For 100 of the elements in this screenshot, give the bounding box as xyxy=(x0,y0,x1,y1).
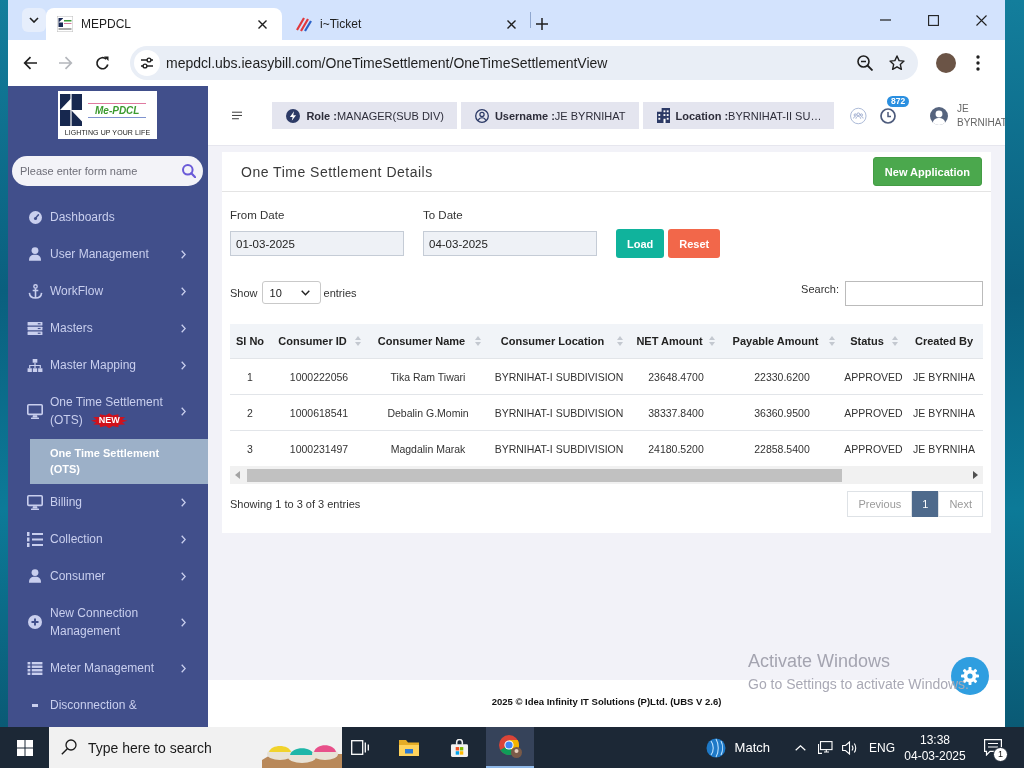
chevron-up-icon[interactable] xyxy=(795,744,806,751)
search-field[interactable] xyxy=(845,281,983,306)
table-cell: 1 xyxy=(230,358,270,395)
clock-icon[interactable] xyxy=(880,107,896,124)
table-cell: Tika Ram Tiwari xyxy=(368,358,488,395)
column-header[interactable]: Payable Amount xyxy=(722,324,842,359)
folder-icon xyxy=(399,739,419,756)
ball-icon[interactable] xyxy=(705,737,726,758)
profile-photo[interactable] xyxy=(936,53,956,73)
table-cell: APPROVED xyxy=(842,358,905,395)
menu-icon[interactable] xyxy=(232,110,243,121)
reload-icon[interactable] xyxy=(94,55,110,71)
monitor-icon xyxy=(27,494,43,510)
column-header[interactable]: Consumer Location xyxy=(488,324,630,359)
slashes-icon xyxy=(296,16,312,32)
sidebar-item[interactable]: Dashboards xyxy=(8,198,208,236)
widget-label[interactable]: Match xyxy=(734,740,770,755)
monitor-icon xyxy=(27,403,43,419)
table-cell: BYRNIHAT-I SUBDIVISION xyxy=(488,394,630,431)
star-icon[interactable] xyxy=(889,55,905,71)
anchor-icon xyxy=(27,283,43,299)
sidebar-item[interactable]: Masters xyxy=(8,309,208,347)
form-search-field[interactable]: Please enter form name xyxy=(12,156,203,186)
close-icon[interactable] xyxy=(258,19,267,29)
browser-tab[interactable]: i~Ticket xyxy=(282,8,520,40)
logo-icon xyxy=(57,16,73,32)
page-button[interactable]: 1 xyxy=(912,491,939,517)
table-cell: 2 xyxy=(230,394,270,431)
sidebar-item[interactable]: New Connection Management xyxy=(8,594,208,650)
sidebar-item[interactable]: Billing xyxy=(8,483,208,521)
entries-select[interactable]: 10 xyxy=(261,281,321,304)
browser-icon xyxy=(498,735,522,758)
date-field[interactable]: 01-03-2025 xyxy=(230,231,404,256)
column-header[interactable]: Consumer ID xyxy=(270,324,368,359)
notification-icon[interactable] xyxy=(984,739,1002,756)
column-header[interactable]: Sl No xyxy=(230,324,270,359)
logo-title: Me-PDCL xyxy=(88,102,147,118)
close-icon[interactable] xyxy=(975,14,987,26)
clock-time[interactable]: 13:38 xyxy=(920,731,950,748)
entries-label: entries xyxy=(323,286,357,299)
show-label: Show xyxy=(230,286,258,299)
table-cell: 1000618541 xyxy=(270,394,368,431)
back-icon[interactable] xyxy=(22,56,38,70)
notification-count: 1 xyxy=(993,747,1008,762)
scrollbar-thumb[interactable] xyxy=(247,468,842,482)
maximize-icon[interactable] xyxy=(927,14,939,26)
network-icon[interactable] xyxy=(818,741,833,754)
column-header[interactable]: Created By xyxy=(905,324,983,359)
sidebar-item[interactable]: Master Mapping xyxy=(8,346,208,384)
user-name: JE BYRNIHAT xyxy=(957,101,1005,130)
table-cell: 1000222056 xyxy=(270,358,368,395)
site-info-icon[interactable] xyxy=(134,50,160,76)
language-indicator[interactable]: ENG xyxy=(869,740,895,755)
column-header[interactable]: Status xyxy=(842,324,905,359)
entries-info: Showing 1 to 3 of 3 entries xyxy=(230,498,361,510)
sidebar-item[interactable]: WorkFlow xyxy=(8,272,208,310)
dash-icon xyxy=(32,703,38,707)
clock-date[interactable]: 04-03-2025 xyxy=(904,747,966,764)
zoom-out-icon[interactable] xyxy=(857,55,873,71)
chip-text: Location :BYRNIHAT-II SU… xyxy=(675,109,822,122)
building-icon xyxy=(656,108,670,123)
emblem-icon xyxy=(60,94,82,126)
scroll-right-icon[interactable] xyxy=(973,471,978,479)
plus-icon[interactable] xyxy=(536,18,548,30)
table-cell: JE BYRNIHA xyxy=(905,394,983,431)
shopping-bag-icon xyxy=(449,738,469,757)
table-cell: Debalin G.Momin xyxy=(368,394,488,431)
sidebar-item[interactable]: User Management xyxy=(8,235,208,273)
sidebar-item[interactable]: Collection xyxy=(8,520,208,558)
gauge-icon xyxy=(28,210,42,224)
windows-icon[interactable] xyxy=(16,739,33,756)
list-icon xyxy=(27,661,43,675)
field-label: To Date xyxy=(423,208,464,222)
column-header[interactable]: NET Amount xyxy=(630,324,722,359)
column-header[interactable]: Consumer Name xyxy=(368,324,488,359)
task-view-icon xyxy=(351,740,369,755)
table-cell: 23648.4700 xyxy=(630,358,722,395)
copyright-text: 2025 © Idea Infinity IT Solutions (P)Ltd. (UBS V 2.6) xyxy=(491,696,722,709)
sidebar-item[interactable]: One Time Settlement (OTS) NEW xyxy=(8,383,208,439)
address-bar[interactable]: mepdcl.ubs.ieasybill.com/OneTimeSettlement/OneTimeSettlementView xyxy=(130,46,918,80)
more-icon[interactable] xyxy=(976,55,980,71)
notification-badge: 872 xyxy=(887,95,910,107)
field-label: From Date xyxy=(230,208,286,222)
volume-icon[interactable] xyxy=(842,740,858,755)
sidebar-item[interactable]: Consumer xyxy=(8,557,208,595)
bolt-icon xyxy=(286,108,301,123)
close-icon[interactable] xyxy=(507,19,516,29)
browser-tab[interactable]: MEPDCL xyxy=(46,8,282,40)
tab-search-button[interactable] xyxy=(22,8,46,32)
panel-title: One Time Settlement Details xyxy=(241,163,433,180)
date-field[interactable]: 04-03-2025 xyxy=(423,231,597,256)
chip-text: Role :MANAGER(SUB DIV) xyxy=(306,109,444,122)
sidebar-item[interactable]: Meter Management xyxy=(8,649,208,687)
minimize-icon[interactable] xyxy=(879,19,891,21)
user-icon xyxy=(29,247,41,261)
server-icon xyxy=(27,321,43,335)
chip-text: Username :JE BYRNIHAT xyxy=(494,109,626,122)
sidebar-item[interactable]: Disconnection & xyxy=(8,686,208,724)
search-icon[interactable] xyxy=(182,164,196,178)
table-cell: APPROVED xyxy=(842,394,905,431)
